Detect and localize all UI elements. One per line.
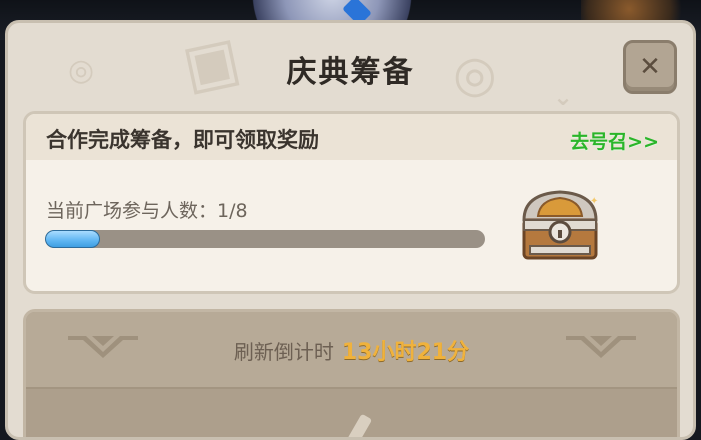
go-summon-link[interactable]: 去号召>> — [570, 127, 659, 154]
task-card-header: 合作完成筹备，即可领取奖励 去号召>> — [26, 114, 677, 160]
task-title: 合作完成筹备，即可领取奖励 — [46, 128, 319, 152]
refresh-countdown-label: 刷新倒计时 — [233, 340, 334, 364]
dialog-title: 庆典筹备 — [286, 55, 415, 90]
close-button[interactable]: ✕ — [623, 40, 677, 94]
treasure-chest-icon[interactable]: ✦ — [516, 186, 604, 266]
refresh-countdown-value: 13小时21分 — [341, 340, 470, 365]
svg-text:✦: ✦ — [590, 196, 598, 207]
participants-count: 当前广场参与人数：1/8 — [46, 200, 248, 222]
refresh-panel: 刷新倒计时 13小时21分 — [23, 309, 680, 437]
close-icon: ✕ — [639, 52, 661, 82]
progress-fill — [45, 230, 100, 248]
celebration-prep-dialog: ◎ ▣ ◎ ⌄ 庆典筹备 ✕ 合作完成筹备，即可领取奖励 去号召>> 当前广场参… — [5, 20, 696, 440]
divider — [26, 387, 677, 389]
task-card: 合作完成筹备，即可领取奖励 去号召>> 当前广场参与人数：1/8 ✦ — [23, 111, 680, 294]
refresh-countdown: 刷新倒计时 13小时21分 — [26, 334, 677, 366]
participation-progress-bar — [45, 230, 485, 248]
